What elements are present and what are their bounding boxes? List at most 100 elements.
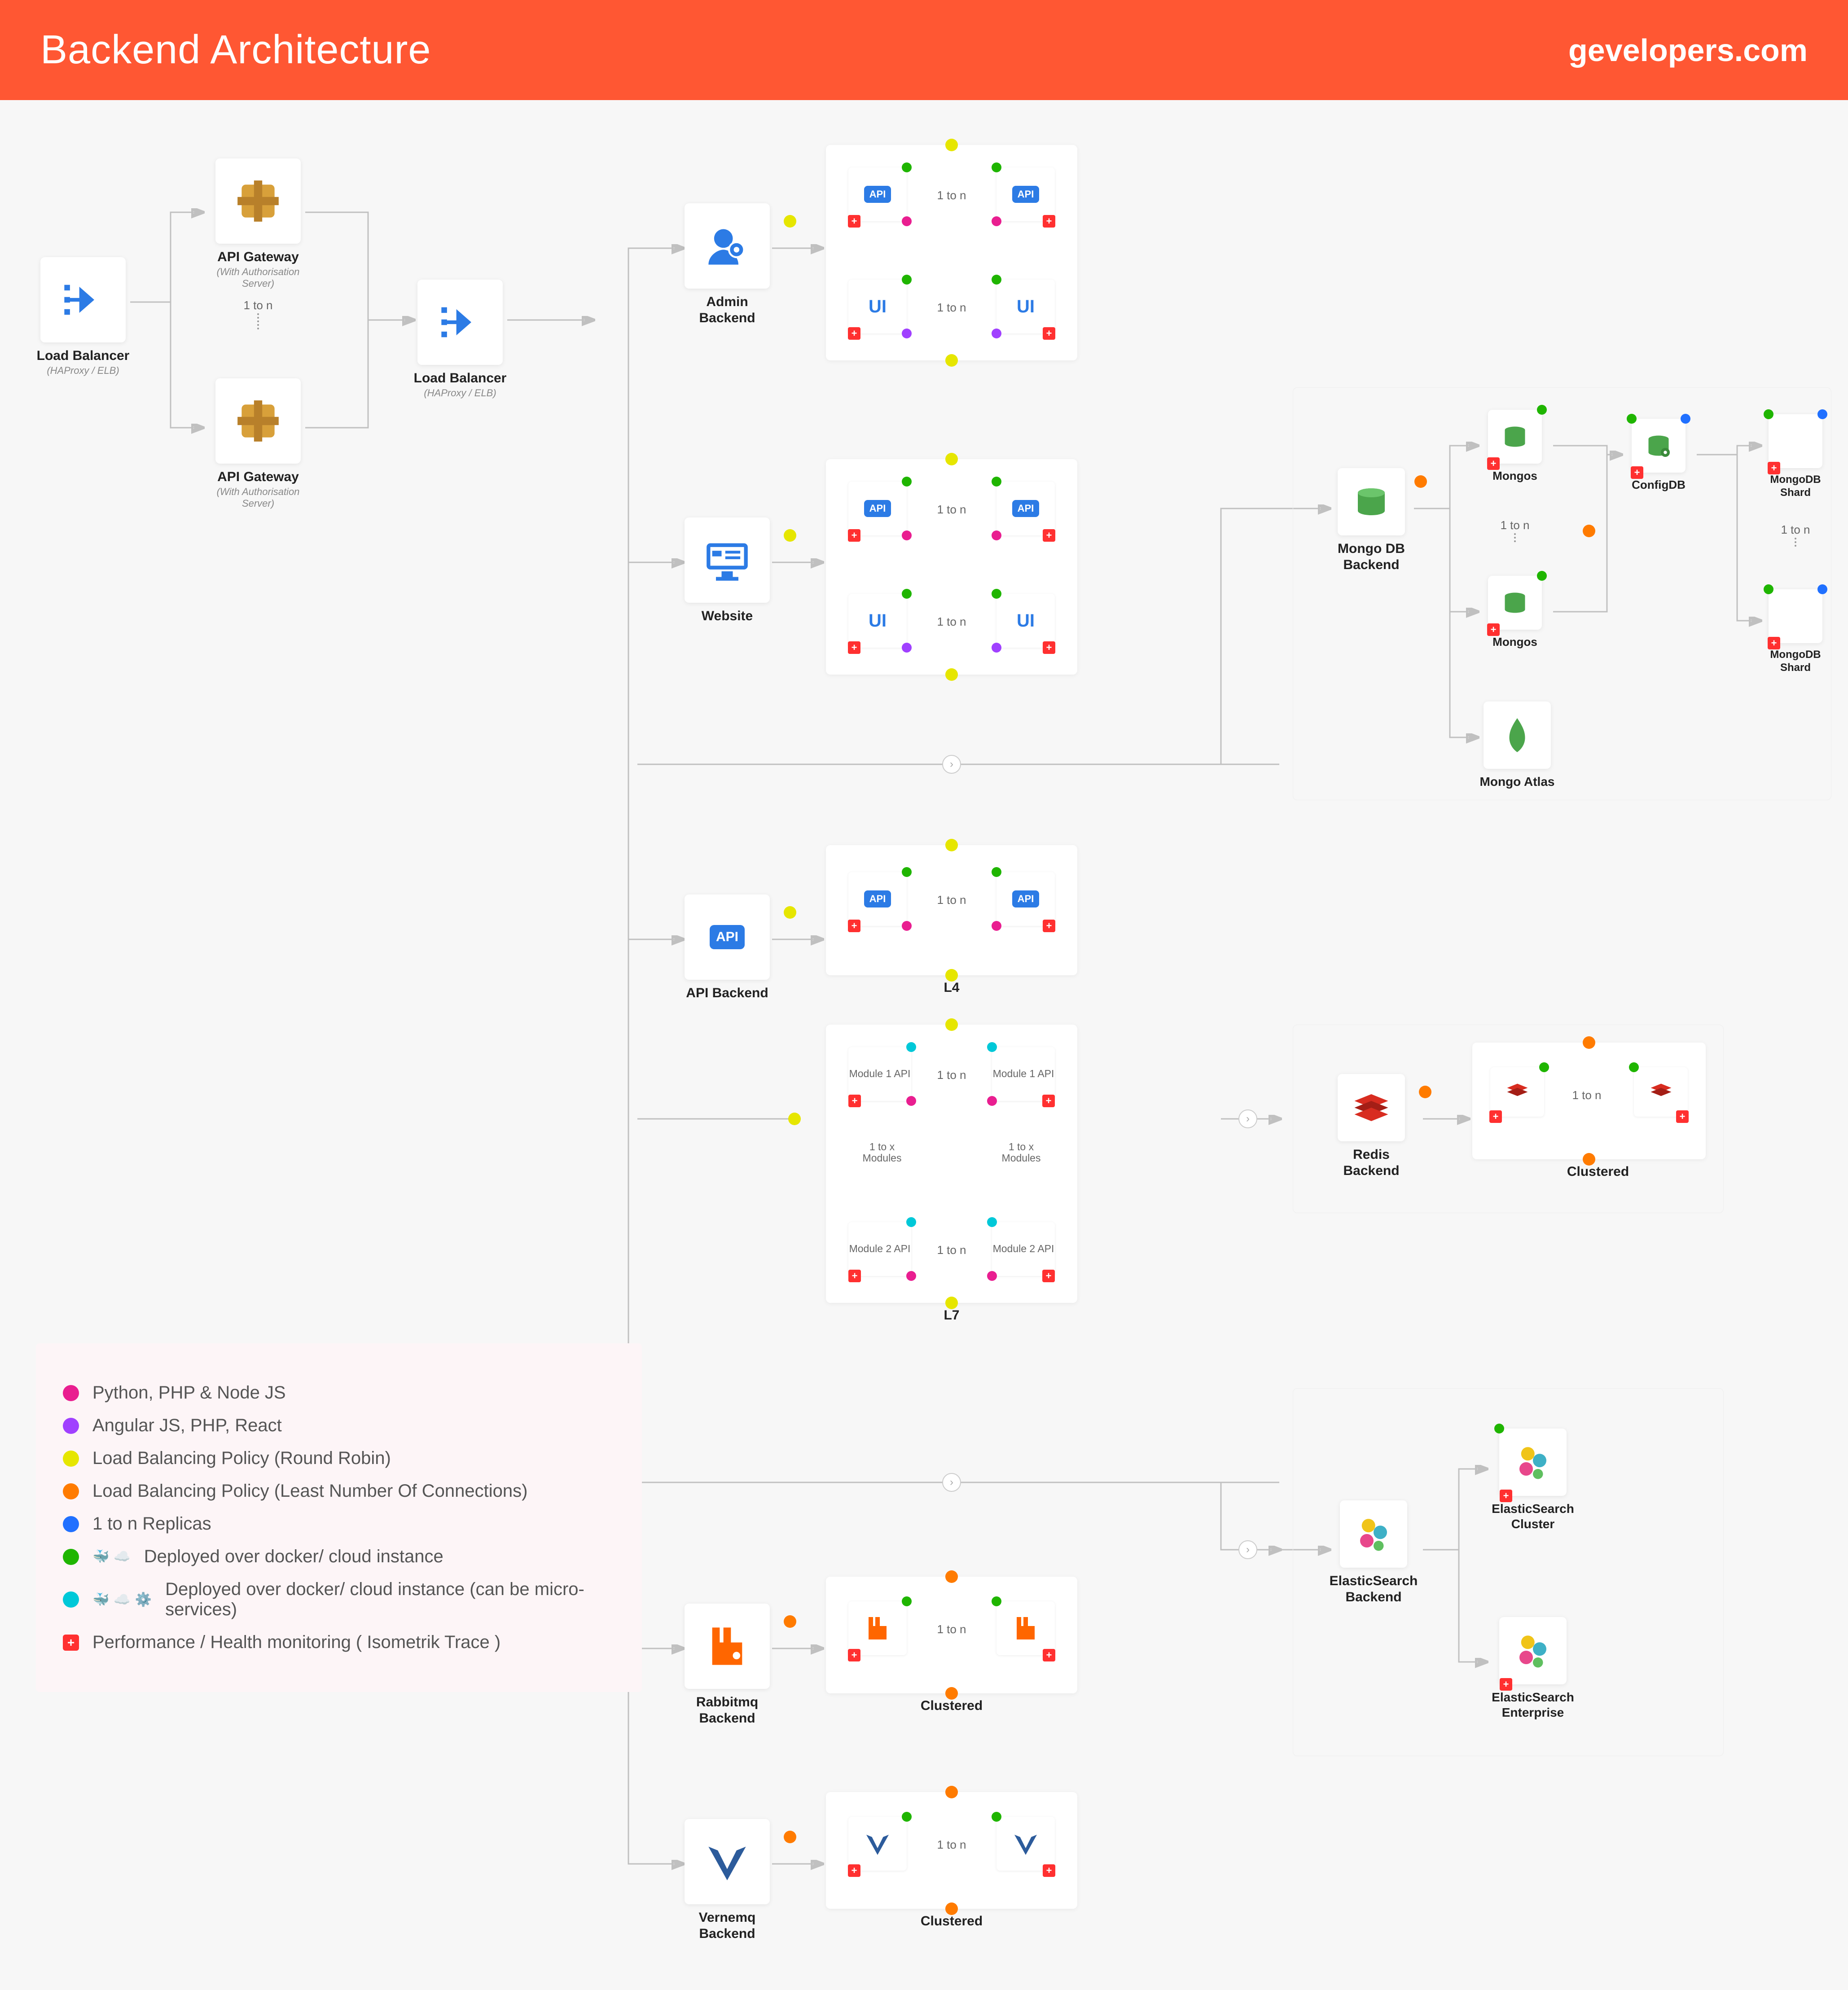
dot-pink [902,921,912,931]
dot-green [1764,584,1773,594]
dot-blue [1681,414,1690,424]
plus-icon: + [1500,1678,1512,1691]
ui-box: UI + [996,594,1055,648]
legend-row: Load Balancing Policy (Least Number Of C… [63,1481,615,1501]
node-label: Website [682,608,772,624]
group-api-l7: Module 1 API + 1 to n Module 1 API + 1 t… [826,1025,1077,1303]
group-label: Clustered [907,1913,996,1929]
dot-green [902,589,912,599]
dot-yellow [788,1113,801,1125]
dot-pink [906,1271,916,1281]
dot-orange [784,1615,796,1628]
dot-green [902,477,912,487]
plus-icon: + [848,1095,861,1107]
plus-icon: + [1768,637,1780,649]
mongo-atlas-icon [1484,701,1551,769]
ui-box: UI + [848,280,907,333]
node-configdb: + ConfigDB [1620,419,1697,492]
dot-yellow [945,453,958,465]
load-balancer-icon [40,257,126,342]
dot-yellow [945,354,958,367]
shard-icon: + [1769,589,1822,643]
group-mongo [1293,387,1831,800]
plus-icon: + [1676,1110,1689,1123]
node-api-gateway-2: API Gateway (With Authorisation Server) [206,378,310,509]
dot-yellow [784,529,796,542]
rabbit-box: + [996,1601,1055,1655]
dot-yellow [945,668,958,681]
dot-green [992,162,1001,172]
plus-icon: + [1043,1864,1055,1877]
legend-row: +Performance / Health monitoring ( Isome… [63,1632,615,1652]
legend-dot [63,1418,79,1434]
node-label: MongoDB Shard [1760,473,1831,500]
plus-icon: + [1043,1649,1055,1661]
node-mongo-atlas: Mongo Atlas [1477,701,1558,789]
group-label: L7 [925,1307,979,1324]
node-label: Mongos [1477,635,1553,649]
dot-pink [992,216,1001,226]
rabbit-box: + [848,1601,907,1655]
node-label: ElasticSearch Backend [1329,1573,1418,1605]
dot-cyan [987,1217,997,1227]
dot-purple [902,329,912,338]
node-mongos-1: + Mongos [1477,410,1553,483]
plus-icon: + [848,529,860,542]
dot-green [992,589,1001,599]
range-label: 1 to n [925,614,979,630]
legend-row: Angular JS, PHP, React [63,1416,615,1436]
dot-yellow [945,839,958,851]
node-vernemq: Vernemq Backend [682,1819,772,1942]
range-label: 1 to n [1486,517,1544,542]
node-redis-backend: Redis Backend [1329,1074,1414,1179]
plus-icon: + [1042,1095,1055,1107]
node-admin-backend: Admin Backend [682,203,772,326]
node-label: API Gateway [206,249,310,265]
plus-icon: + [1043,529,1055,542]
node-es-backend: ElasticSearch Backend [1329,1500,1418,1605]
node-sublabel: (With Authorisation Server) [206,486,310,509]
dot-green [1537,405,1547,415]
dot-orange [1419,1086,1431,1098]
node-label: API Backend [682,985,772,1001]
node-mongo-backend: Mongo DB Backend [1329,468,1414,573]
dot-green [992,1812,1001,1822]
node-label: Vernemq Backend [682,1910,772,1942]
legend-text: Angular JS, PHP, React [92,1416,282,1436]
plus-icon: + [1043,641,1055,654]
plus-icon: + [1500,1490,1512,1502]
legend-row: Load Balancing Policy (Round Robin) [63,1448,615,1468]
ui-box: UI + [848,594,907,648]
plus-icon: + [1631,466,1643,479]
dot-pink [902,216,912,226]
range-label: 1 to n [925,1622,979,1637]
module-box: Module 1 API + [992,1047,1055,1101]
dot-green [902,1596,912,1606]
dot-yellow [784,215,796,228]
node-label: Load Balancer [413,370,507,386]
plus-icon: + [848,1649,860,1661]
deploy-icons: 🐳☁️ [92,1549,131,1565]
api-box: API + [996,167,1055,221]
dot-green [992,867,1001,877]
dot-purple [992,329,1001,338]
node-es-enterprise: + ElasticSearch Enterprise [1486,1617,1580,1720]
dot-pink [906,1096,916,1106]
range-label: 1 to x Modules [853,1141,911,1164]
node-sublabel: (With Authorisation Server) [206,266,310,289]
dot-green [1764,409,1773,419]
dot-yellow [945,139,958,151]
legend-text: Deployed over docker/ cloud instance [144,1547,443,1567]
range-label: 1 to n [1769,522,1822,547]
node-rabbitmq: Rabbitmq Backend [682,1604,772,1727]
plus-icon: + [1487,457,1500,470]
site-name: gevelopers.com [1568,32,1808,68]
node-es-cluster: + ElasticSearch Cluster [1486,1429,1580,1531]
api-box: API + [848,872,907,926]
dot-pink [992,530,1001,540]
node-label: MongoDB Shard [1760,649,1831,675]
legend-row: 1 to n Replicas [63,1514,615,1534]
dot-orange [1414,475,1427,488]
api-icon: API [685,894,770,980]
dot-green [902,275,912,285]
